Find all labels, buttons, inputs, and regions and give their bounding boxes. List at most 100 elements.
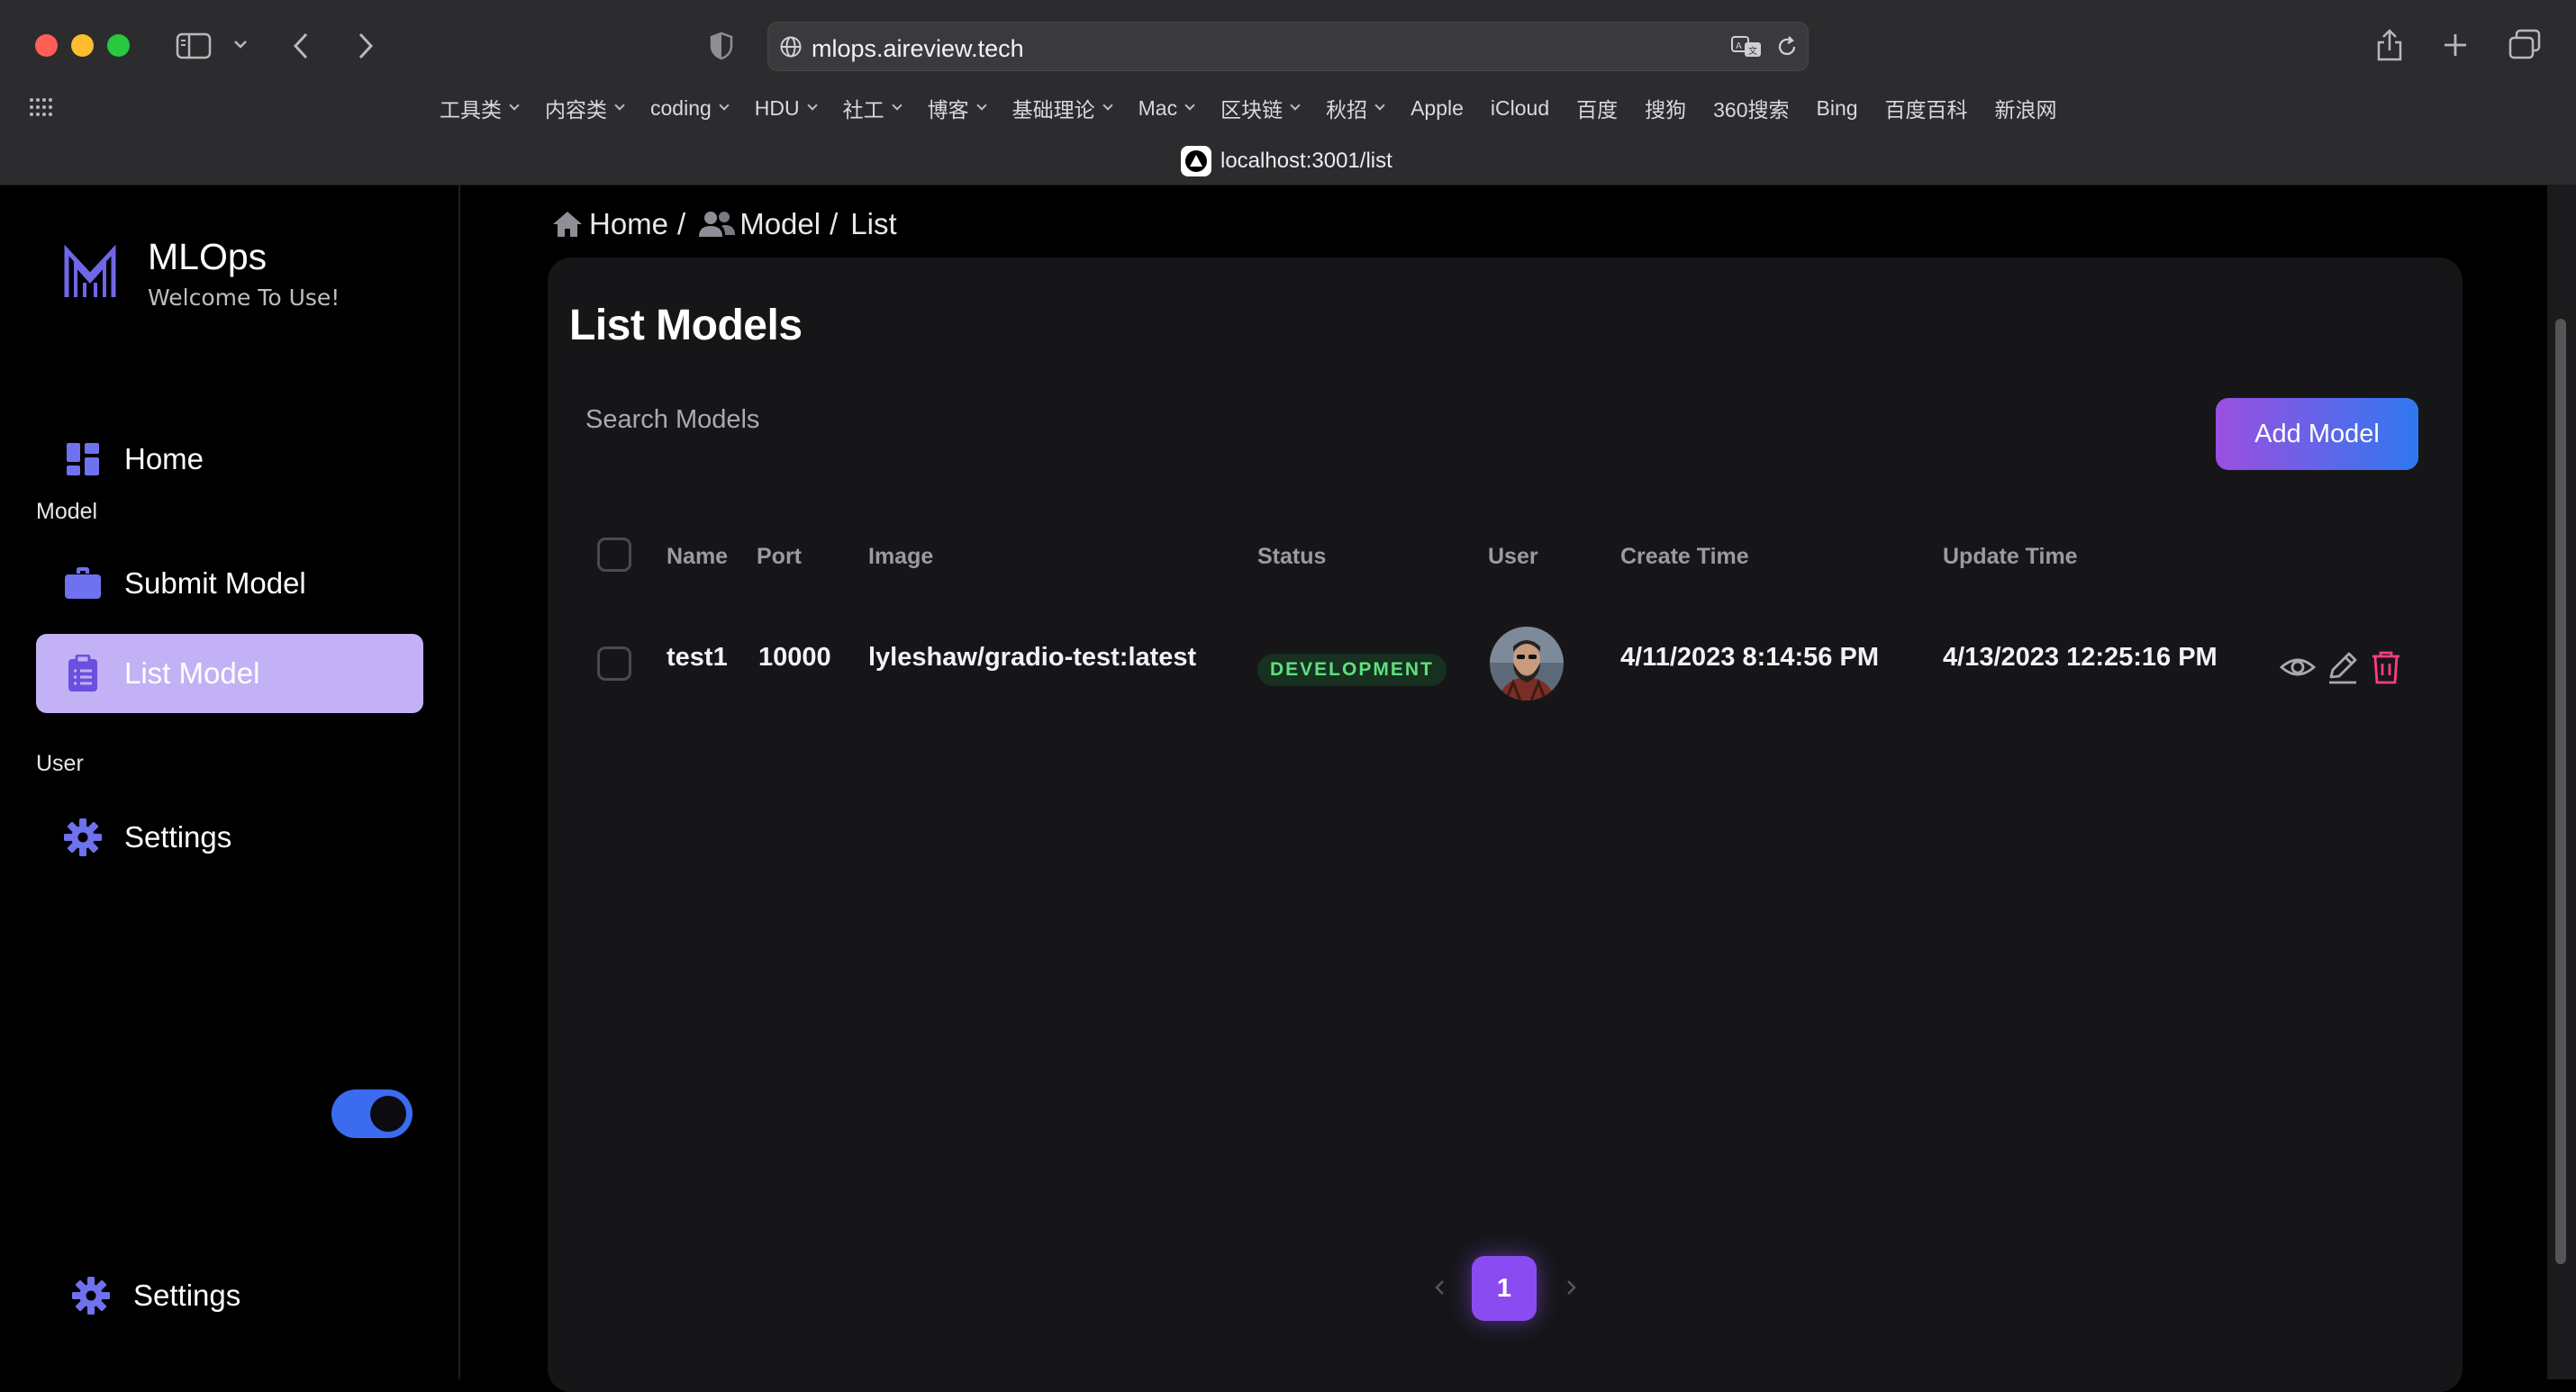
column-header-user[interactable]: User — [1488, 544, 1538, 570]
sidebar-item-list-model[interactable]: List Model — [36, 634, 423, 713]
view-icon[interactable] — [2279, 648, 2317, 686]
tab-bar: localhost:3001/list — [0, 135, 2576, 185]
bookmark-folder[interactable]: coding — [650, 92, 730, 124]
bookmark-folder[interactable]: HDU — [755, 92, 818, 124]
bookmark-link[interactable]: 新浪网 — [1995, 92, 2057, 124]
bookmark-link[interactable]: iCloud — [1491, 92, 1549, 124]
tab-title: localhost:3001/list — [1220, 149, 1392, 173]
page-title: List Models — [569, 302, 803, 349]
cell-image: lyleshaw/gradio-test:latest — [868, 643, 1197, 672]
privacy-shield-icon[interactable] — [708, 31, 735, 61]
page-scrollbar[interactable] — [2547, 185, 2576, 1379]
breadcrumb-separator: / — [830, 207, 839, 240]
close-window-button[interactable] — [35, 34, 58, 57]
bookmarks-bar: 工具类 内容类 coding HDU 社工 博客 基础理论 Mac 区块链 秋招… — [440, 92, 2084, 124]
pagination-page-current[interactable]: 1 — [1472, 1256, 1537, 1321]
zoom-window-button[interactable] — [107, 34, 130, 57]
dashboard-icon — [63, 439, 103, 479]
section-label-user: User — [36, 751, 84, 776]
column-header-status[interactable]: Status — [1257, 544, 1326, 570]
home-icon — [551, 210, 584, 239]
sidebar-item-label: List Model — [124, 656, 260, 690]
active-tab[interactable]: localhost:3001/list — [1181, 146, 1392, 176]
add-model-button[interactable]: Add Model — [2216, 398, 2418, 470]
search-input[interactable] — [584, 393, 1646, 447]
column-header-name[interactable]: Name — [667, 544, 728, 570]
mlops-logo-icon — [61, 245, 119, 301]
translate-icon[interactable]: A文 — [1730, 33, 1764, 60]
bookmark-folder[interactable]: 区块链 — [1220, 92, 1301, 124]
new-tab-icon[interactable] — [2441, 31, 2470, 59]
bookmark-link[interactable]: Bing — [1817, 92, 1858, 124]
briefcase-icon — [63, 564, 103, 603]
models-panel: List Models Add Model Name Port Image St… — [548, 258, 2463, 1392]
pagination-next-icon[interactable] — [1563, 1274, 1581, 1301]
bookmark-link[interactable]: 百度 — [1576, 92, 1618, 124]
clipboard-icon — [63, 654, 103, 693]
bookmark-link[interactable]: 360搜索 — [1713, 92, 1789, 124]
column-header-create-time[interactable]: Create Time — [1620, 544, 1749, 570]
cell-create-time: 4/11/2023 8:14:56 PM — [1620, 643, 1879, 672]
sidebar-item-home[interactable]: Home — [36, 420, 423, 499]
cell-update-time: 4/13/2023 12:25:16 PM — [1943, 643, 2218, 672]
scrollbar-thumb[interactable] — [2555, 319, 2566, 1264]
bookmark-link[interactable]: 搜狗 — [1645, 92, 1686, 124]
back-icon[interactable] — [290, 31, 312, 61]
footer-settings[interactable]: Settings — [72, 1269, 432, 1323]
tab-overview-icon[interactable] — [2508, 29, 2542, 61]
address-bar[interactable]: mlops.aireview.tech A文 — [767, 22, 1809, 71]
sidebar: MLOps Welcome To Use! Home Model Submit … — [0, 185, 460, 1379]
status-badge: DEVELOPMENT — [1257, 654, 1447, 686]
site-favicon-icon — [1181, 146, 1211, 176]
select-all-checkbox[interactable] — [597, 538, 631, 572]
column-header-image[interactable]: Image — [868, 544, 933, 570]
avatar — [1490, 627, 1564, 701]
sidebar-item-submit-model[interactable]: Submit Model — [36, 544, 423, 623]
bookmark-folder[interactable]: Mac — [1138, 92, 1195, 124]
column-header-update-time[interactable]: Update Time — [1943, 544, 2078, 570]
sidebar-toggle-icon[interactable] — [176, 32, 212, 59]
footer-settings-label: Settings — [133, 1279, 241, 1312]
edit-icon[interactable] — [2324, 648, 2362, 686]
bookmark-folder[interactable]: 社工 — [843, 92, 903, 124]
bookmark-folder[interactable]: 内容类 — [545, 92, 625, 124]
chevron-down-icon[interactable] — [232, 38, 249, 50]
bookmark-folder[interactable]: 秋招 — [1326, 92, 1385, 124]
gear-icon — [72, 1277, 110, 1315]
brand-name: MLOps — [148, 236, 268, 277]
column-header-port[interactable]: Port — [757, 544, 802, 570]
bookmark-link[interactable]: 百度百科 — [1885, 92, 1968, 124]
globe-icon — [779, 35, 803, 59]
toggle-knob — [370, 1096, 406, 1132]
sidebar-item-label: Submit Model — [124, 566, 306, 600]
breadcrumb-separator: / — [677, 207, 686, 240]
pagination-prev-icon[interactable] — [1430, 1274, 1448, 1301]
url-text: mlops.aireview.tech — [812, 35, 1024, 62]
bookmark-folder[interactable]: 博客 — [928, 92, 987, 124]
forward-icon[interactable] — [355, 31, 376, 61]
svg-text:A: A — [1736, 41, 1742, 51]
apps-grid-icon[interactable] — [29, 97, 52, 117]
cell-name: test1 — [667, 643, 728, 672]
minimize-window-button[interactable] — [71, 34, 94, 57]
row-checkbox[interactable] — [597, 646, 631, 681]
delete-icon[interactable] — [2367, 648, 2405, 686]
reload-icon[interactable] — [1775, 35, 1799, 59]
bookmark-folder[interactable]: 基础理论 — [1012, 92, 1113, 124]
sidebar-item-settings[interactable]: Settings — [36, 798, 423, 877]
bookmark-folder[interactable]: 工具类 — [440, 92, 520, 124]
breadcrumb: Home / Model / List — [551, 207, 897, 241]
browser-toolbar: mlops.aireview.tech A文 工具类 内容类 coding HD… — [0, 0, 2576, 185]
users-icon — [698, 210, 736, 239]
gear-icon — [63, 818, 103, 857]
breadcrumb-model[interactable]: Model — [698, 207, 821, 241]
svg-text:文: 文 — [1748, 45, 1757, 57]
breadcrumb-home[interactable]: Home — [551, 207, 668, 241]
theme-toggle[interactable] — [331, 1089, 413, 1138]
breadcrumb-list: List — [850, 207, 897, 240]
bookmark-link[interactable]: Apple — [1410, 92, 1464, 124]
sidebar-item-label: Home — [124, 442, 204, 475]
main-content: Home / Model / List List Models Add Mode… — [461, 185, 2576, 1392]
share-icon[interactable] — [2374, 27, 2405, 63]
section-label-model: Model — [36, 499, 98, 524]
